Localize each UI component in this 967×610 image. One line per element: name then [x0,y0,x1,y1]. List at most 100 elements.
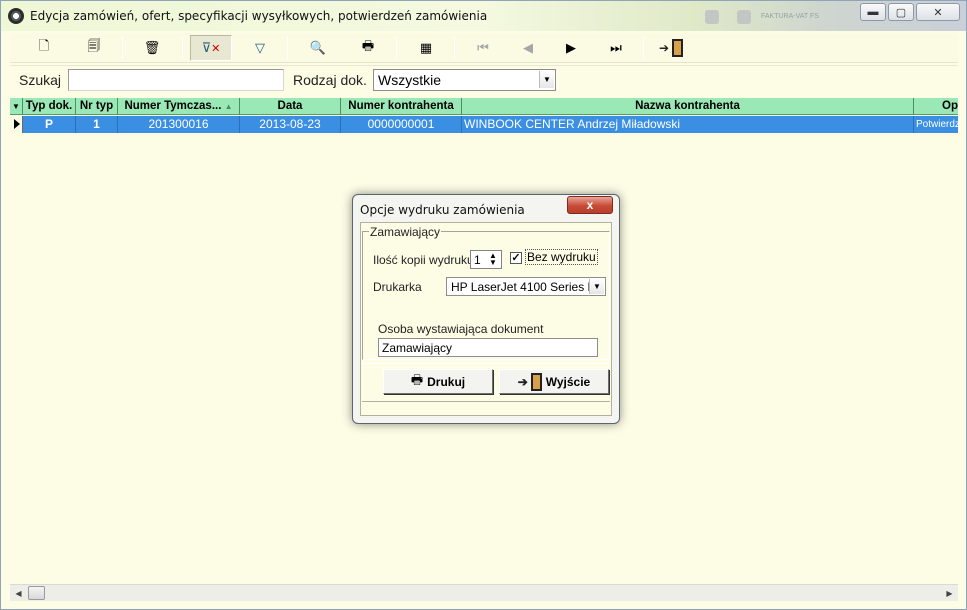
printer-select[interactable]: HP LaserJet 4100 Series PCL ▼ [446,277,606,296]
copies-value: 1 [474,253,481,267]
exit-button-label: Wyjście [545,374,591,389]
toolbar: 🗋 🗐 🗑 ⊽✕ ▽ 🔍 🖶 ▦ ⏮ ◀ ▶ ⏭ ➔ [10,33,958,63]
previous-record-button[interactable]: ◀ [510,35,546,61]
exit-dialog-button[interactable]: ➔ Wyjście [499,369,609,394]
maximize-button[interactable]: ▢ [888,3,914,21]
cell-date[interactable]: 2013-08-23 [240,116,341,133]
delete-button[interactable]: 🗑 [134,35,170,61]
doc-type-select[interactable]: Wszystkie ▼ [373,69,556,91]
filter-icon: ▽ [255,40,265,56]
toolbar-separator [287,37,288,59]
clear-filter-button[interactable]: ⊽✕ [190,35,232,61]
dialog-body: Zamawiający Ilość kopii wydruku 1 ▲ ▼ ✓ B… [360,222,612,416]
column-header-op[interactable]: Op [914,98,958,115]
calculator-button[interactable]: ▦ [408,35,444,61]
calculator-icon: ▦ [419,40,433,56]
row-indicator-icon [10,116,23,133]
no-print-checkbox[interactable]: ✓ [510,252,522,264]
table-row[interactable]: P 1 201300016 2013-08-23 0000000001 WINB… [10,116,958,133]
orderer-group: Zamawiający Ilość kopii wydruku 1 ▲ ▼ ✓ B… [362,225,610,360]
copies-stepper[interactable]: 1 ▲ ▼ [470,250,502,269]
copies-label: Ilość kopii wydruku [373,253,474,267]
no-print-label[interactable]: Bez wydruku [525,249,598,265]
dialog-title: Opcje wydruku zamówienia [360,203,525,217]
cell-contractor-number[interactable]: 0000000001 [341,116,462,133]
scroll-right-icon[interactable]: ▶ [941,585,958,602]
chevron-down-icon[interactable]: ▼ [539,71,554,88]
print-button[interactable]: 🖶 [350,35,386,61]
toolbar-separator [122,37,123,59]
group-label: Zamawiający [369,225,442,239]
cell-contractor-name[interactable]: WINBOOK CENTER Andrzej Miładowski [462,116,914,133]
toolbar-separator [454,37,455,59]
delete-icon: 🗑 [143,40,161,56]
print-icon: 🖶 [361,39,375,54]
last-record-button[interactable]: ⏭ [598,35,634,61]
stepper-arrows-icon[interactable]: ▲ ▼ [486,252,500,267]
zoom-icon: 🔍 [309,40,327,56]
dialog-close-button[interactable]: x [567,196,613,214]
printer-icon: 🖶 [410,372,424,388]
printer-label: Drukarka [373,280,422,294]
print-options-dialog: Opcje wydruku zamówienia x Zamawiający I… [352,194,620,424]
grid-header: ▼ Typ dok. Nr typ Numer Tymczas... ▲ Dat… [10,98,958,115]
exit-door-icon: ➔ [659,39,683,57]
chevron-down-icon[interactable]: ▼ [589,279,604,294]
window-title: Edycja zamówień, ofert, specyfikacji wys… [30,9,488,23]
filter-button[interactable]: ▽ [242,35,278,61]
first-record-button[interactable]: ⏮ [465,35,501,61]
clear-filter-icon: ⊽✕ [201,40,221,56]
search-input[interactable] [68,69,284,91]
printer-value: HP LaserJet 4100 Series PCL [451,280,606,294]
horizontal-scrollbar[interactable]: ◀ ▶ [10,584,958,601]
zoom-button[interactable]: 🔍 [300,35,336,61]
cell-op[interactable]: Potwierdz [914,116,958,133]
divider [362,363,610,364]
cell-type-number[interactable]: 1 [76,116,118,133]
print-dialog-button[interactable]: 🖶 Drukuj [383,369,493,394]
cell-temp-number[interactable]: 201300016 [118,116,240,133]
row-indicator-header: ▼ [10,98,23,115]
edit-document-icon: 🗐 [87,39,101,54]
background-window-text: FAKTURA-VAT FS [761,13,819,20]
column-header-temp-number[interactable]: Numer Tymczas... ▲ [118,98,240,115]
search-label: Szukaj [19,72,62,88]
toolbar-separator [182,37,183,59]
exit-button[interactable]: ➔ [653,35,689,61]
next-record-icon: ▶ [566,40,576,56]
toolbar-separator [396,37,397,59]
cell-doc-type[interactable]: P [23,116,76,133]
column-header-contractor-name[interactable]: Nazwa kontrahenta [462,98,914,115]
new-document-button[interactable]: 🗋 [26,35,62,61]
new-document-icon: 🗋 [38,39,50,54]
temp-number-header-label: Numer Tymczas... [124,100,222,112]
doc-type-label: Rodzaj dok. [293,72,367,88]
title-bar: Edycja zamówień, ofert, specyfikacji wys… [1,1,966,31]
person-field[interactable]: Zamawiający [378,338,598,357]
search-row: Szukaj Rodzaj dok. Wszystkie ▼ [10,65,958,95]
minimize-button[interactable]: ▬ [860,3,886,21]
column-header-date[interactable]: Data [240,98,341,115]
window-controls: ▬ ▢ ✕ [860,3,960,21]
sort-ascending-icon: ▲ [224,102,233,111]
exit-door-icon: ➔ [518,372,542,391]
previous-record-icon: ◀ [523,40,533,56]
doc-type-value: Wszystkie [378,72,441,88]
next-record-button[interactable]: ▶ [553,35,589,61]
app-gear-icon [8,8,24,24]
column-header-contractor-number[interactable]: Numer kontrahenta [341,98,462,115]
close-window-button[interactable]: ✕ [916,3,960,21]
column-header-doc-type[interactable]: Typ dok. [23,98,76,115]
background-app-icon [705,10,719,24]
person-label: Osoba wystawiająca dokument [378,322,544,336]
print-button-label: Drukuj [427,374,466,389]
first-record-icon: ⏮ [477,40,489,56]
background-app-icon [737,10,751,24]
dialog-status-bar [362,401,610,415]
last-record-icon: ⏭ [610,40,622,56]
scroll-thumb[interactable] [28,586,45,600]
scroll-left-icon[interactable]: ◀ [10,585,27,602]
edit-document-button[interactable]: 🗐 [76,35,112,61]
column-header-type-number[interactable]: Nr typ [76,98,118,115]
toolbar-separator [643,37,644,59]
